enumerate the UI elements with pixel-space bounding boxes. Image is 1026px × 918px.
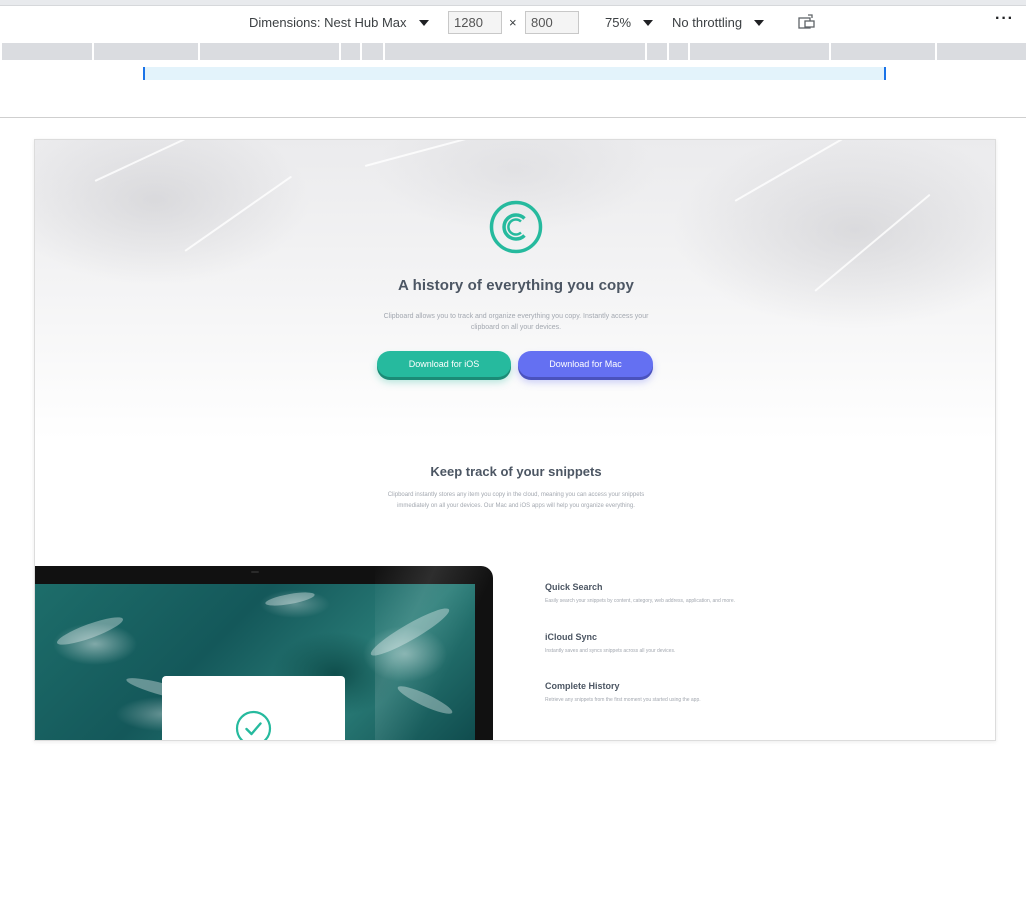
more-options-icon[interactable]: ··· [995,11,1014,27]
hero-description: Clipboard allows you to track and organi… [383,313,649,331]
marble-streak [734,140,892,202]
device-toolbar: Dimensions: Nest Hub Max × 75% No thrott… [0,6,1026,40]
clipboard-logo-icon [489,200,543,254]
media-query-segment[interactable] [831,43,935,60]
download-mac-button[interactable]: Download for Mac [518,351,653,377]
width-input[interactable] [448,11,502,34]
snippets-description: Clipboard instantly stores any item you … [387,492,645,509]
marble-streak [184,175,293,252]
laptop-mockup [35,566,493,740]
feature-quick-search: Quick Search Easily search your snippets… [545,582,865,604]
media-query-segment[interactable] [94,43,198,60]
media-query-segment[interactable] [362,43,383,60]
media-query-segment[interactable] [2,43,92,60]
media-query-segment[interactable] [341,43,360,60]
media-query-segment[interactable] [200,43,339,60]
chevron-down-icon [643,19,654,26]
breakpoint-ruler[interactable] [143,67,886,80]
feature-complete-history: Complete History Retrieve any snippets f… [545,681,865,703]
media-query-segment[interactable] [385,43,645,60]
zoom-label: 75% [605,15,632,30]
snippets-title: Keep track of your snippets [430,464,602,479]
feature-title: iCloud Sync [545,632,598,642]
wave-foam [54,612,126,650]
zoom-dropdown[interactable]: 75% [605,15,654,30]
throttling-label: No throttling [672,15,743,30]
times-sign: × [509,15,517,30]
media-query-segment[interactable] [647,43,667,60]
dimensions-dropdown[interactable]: Dimensions: Nest Hub Max [249,15,429,30]
wave-foam [264,589,316,609]
toolbar-divider [0,117,1026,118]
media-query-segment[interactable] [937,43,1026,60]
media-query-segment[interactable] [690,43,829,60]
dimensions-label: Dimensions: Nest Hub Max [249,15,407,30]
rotate-device-icon[interactable] [798,14,816,30]
media-query-bar [0,41,1026,61]
laptop-sheen [375,566,493,740]
feature-text: Easily search your snippets by content, … [545,598,736,604]
laptop-camera [251,571,259,573]
feature-title: Quick Search [545,582,603,592]
checkmark-circle-icon [235,710,272,740]
confirmation-card [162,676,345,740]
feature-text: Retrieve any snippets from the first mom… [545,697,701,703]
marble-streak [364,140,482,167]
height-input[interactable] [525,11,579,34]
feature-text: Instantly saves and syncs snippets acros… [545,648,676,654]
media-query-segment[interactable] [669,43,688,60]
feature-title: Complete History [545,681,620,691]
throttling-dropdown[interactable]: No throttling [672,15,765,30]
chevron-down-icon [418,19,429,26]
chevron-down-icon [754,19,765,26]
device-viewport: A history of everything you copy Clipboa… [34,139,996,741]
hero-title: A history of everything you copy [397,277,634,294]
marble-streak [94,140,241,182]
feature-icloud-sync: iCloud Sync Instantly saves and syncs sn… [545,632,865,654]
download-ios-button[interactable]: Download for iOS [377,351,511,377]
